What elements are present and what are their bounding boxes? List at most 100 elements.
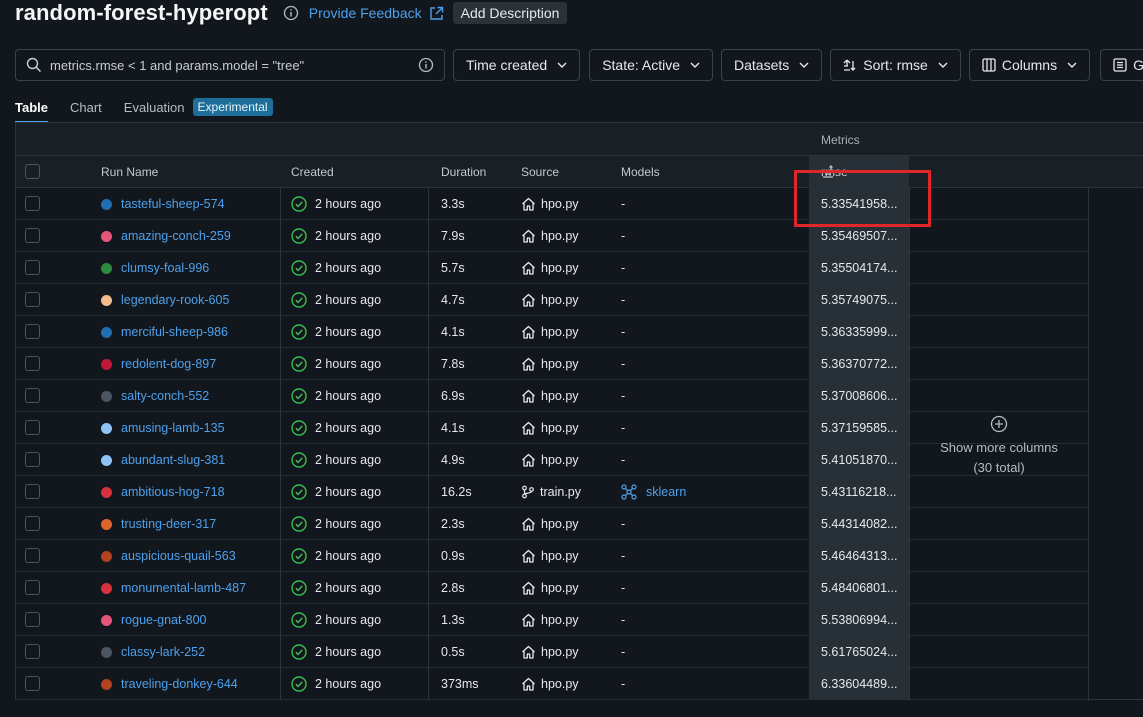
- sort-dropdown[interactable]: Sort: rmse: [830, 49, 961, 81]
- models-value: -: [621, 261, 626, 275]
- state-dropdown[interactable]: State: Active: [589, 49, 714, 81]
- row-checkbox[interactable]: [25, 196, 40, 211]
- time-created-dropdown[interactable]: Time created: [453, 49, 581, 81]
- rmse-value: 6.33604489...: [809, 668, 909, 700]
- duration-value: 0.5s: [441, 645, 465, 659]
- run-name-link[interactable]: classy-lark-252: [121, 645, 205, 659]
- source-value[interactable]: hpo.py: [541, 613, 579, 627]
- run-color-dot[interactable]: [101, 518, 112, 530]
- run-name-link[interactable]: amusing-lamb-135: [121, 421, 225, 435]
- source-value[interactable]: hpo.py: [541, 581, 579, 595]
- provide-feedback-link[interactable]: Provide Feedback: [309, 5, 422, 21]
- run-color-dot[interactable]: [101, 678, 112, 690]
- search-info-icon[interactable]: [418, 57, 434, 73]
- tab-evaluation[interactable]: Evaluation: [124, 96, 185, 118]
- models-value: -: [621, 581, 626, 595]
- external-link-icon[interactable]: [429, 5, 445, 21]
- row-checkbox[interactable]: [25, 676, 40, 691]
- run-color-dot[interactable]: [101, 550, 112, 562]
- run-color-dot[interactable]: [101, 454, 112, 466]
- source-value[interactable]: hpo.py: [541, 293, 579, 307]
- row-checkbox[interactable]: [25, 612, 40, 627]
- row-checkbox[interactable]: [25, 356, 40, 371]
- group-dropdown[interactable]: Group: [1100, 49, 1143, 81]
- source-value[interactable]: hpo.py: [541, 517, 579, 531]
- run-name-link[interactable]: salty-conch-552: [121, 389, 209, 403]
- column-header-models[interactable]: Models: [621, 165, 660, 179]
- run-color-dot[interactable]: [101, 614, 112, 626]
- run-color-dot[interactable]: [101, 422, 112, 434]
- source-value[interactable]: hpo.py: [541, 261, 579, 275]
- run-name-link[interactable]: merciful-sheep-986: [121, 325, 228, 339]
- source-value[interactable]: hpo.py: [541, 677, 579, 691]
- row-checkbox[interactable]: [25, 548, 40, 563]
- run-color-dot[interactable]: [101, 486, 112, 498]
- row-checkbox[interactable]: [25, 420, 40, 435]
- run-name-link[interactable]: clumsy-foal-996: [121, 261, 209, 275]
- row-checkbox[interactable]: [25, 580, 40, 595]
- row-checkbox[interactable]: [25, 516, 40, 531]
- model-link[interactable]: sklearn: [646, 485, 686, 499]
- run-name-link[interactable]: auspicious-quail-563: [121, 549, 236, 563]
- run-name-link[interactable]: amazing-conch-259: [121, 229, 231, 243]
- run-color-dot[interactable]: [101, 358, 112, 370]
- run-name-link[interactable]: traveling-donkey-644: [121, 677, 238, 691]
- run-color-dot[interactable]: [101, 294, 112, 306]
- info-icon[interactable]: [282, 4, 300, 22]
- rmse-value: 5.53806994...: [809, 604, 909, 636]
- run-name-link[interactable]: trusting-deer-317: [121, 517, 216, 531]
- run-color-dot[interactable]: [101, 262, 112, 274]
- source-value[interactable]: hpo.py: [541, 645, 579, 659]
- show-more-columns[interactable]: Show more columns (30 total): [909, 188, 1088, 701]
- run-name-link[interactable]: tasteful-sheep-574: [121, 197, 225, 211]
- column-header-duration[interactable]: Duration: [441, 165, 486, 179]
- run-name-link[interactable]: abundant-slug-381: [121, 453, 225, 467]
- source-value[interactable]: hpo.py: [541, 389, 579, 403]
- cell-divider: [428, 252, 429, 283]
- source-value[interactable]: hpo.py: [541, 453, 579, 467]
- run-color-dot[interactable]: [101, 646, 112, 658]
- models-value: -: [621, 357, 626, 371]
- cell-divider: [428, 316, 429, 347]
- source-value[interactable]: hpo.py: [541, 229, 579, 243]
- source-value[interactable]: hpo.py: [541, 357, 579, 371]
- source-value[interactable]: hpo.py: [541, 421, 579, 435]
- source-value[interactable]: hpo.py: [541, 549, 579, 563]
- run-color-dot[interactable]: [101, 326, 112, 338]
- add-description-button[interactable]: Add Description: [452, 2, 568, 24]
- run-color-dot[interactable]: [101, 390, 112, 402]
- run-color-dot[interactable]: [101, 582, 112, 594]
- run-name-link[interactable]: monumental-lamb-487: [121, 581, 246, 595]
- select-all-checkbox[interactable]: [25, 164, 40, 179]
- row-checkbox[interactable]: [25, 452, 40, 467]
- column-header-run-name[interactable]: Run Name: [101, 165, 158, 179]
- run-name-link[interactable]: legendary-rook-605: [121, 293, 229, 307]
- created-value: 2 hours ago: [315, 613, 382, 627]
- source-value[interactable]: hpo.py: [541, 197, 579, 211]
- source-value[interactable]: hpo.py: [541, 325, 579, 339]
- datasets-dropdown[interactable]: Datasets: [721, 49, 823, 81]
- row-checkbox[interactable]: [25, 388, 40, 403]
- plus-circle-icon[interactable]: [990, 415, 1008, 436]
- column-header-created[interactable]: Created: [291, 165, 334, 179]
- run-name-link[interactable]: redolent-dog-897: [121, 357, 216, 371]
- row-checkbox[interactable]: [25, 260, 40, 275]
- row-checkbox[interactable]: [25, 324, 40, 339]
- run-color-dot[interactable]: [101, 230, 112, 242]
- created-value: 2 hours ago: [315, 293, 382, 307]
- models-value: -: [621, 421, 626, 435]
- run-name-link[interactable]: ambitious-hog-718: [121, 485, 225, 499]
- row-checkbox[interactable]: [25, 644, 40, 659]
- columns-dropdown[interactable]: Columns: [968, 49, 1091, 81]
- run-name-link[interactable]: rogue-gnat-800: [121, 613, 206, 627]
- run-color-dot[interactable]: [101, 198, 112, 210]
- row-checkbox[interactable]: [25, 228, 40, 243]
- tab-chart[interactable]: Chart: [70, 96, 102, 118]
- tab-table[interactable]: Table: [15, 96, 48, 123]
- source-value[interactable]: train.py: [540, 485, 581, 499]
- search-box[interactable]: [15, 49, 445, 81]
- column-header-source[interactable]: Source: [521, 165, 559, 179]
- row-checkbox[interactable]: [25, 292, 40, 307]
- search-input[interactable]: [50, 57, 418, 73]
- row-checkbox[interactable]: [25, 484, 40, 499]
